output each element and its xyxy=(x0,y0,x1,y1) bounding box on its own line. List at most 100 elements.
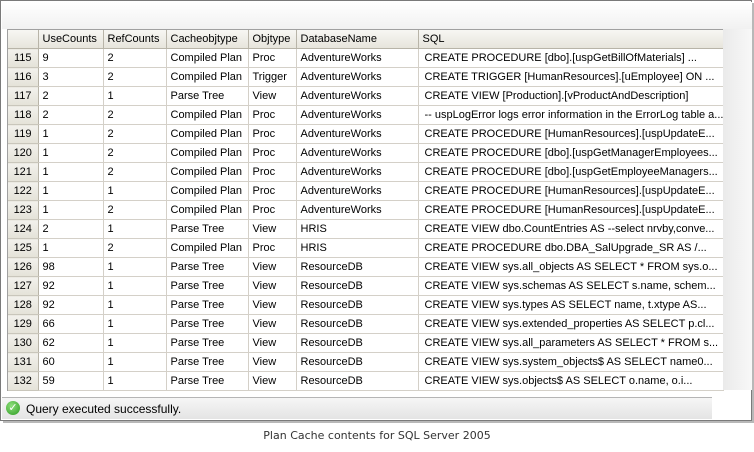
header-refcounts[interactable]: RefCounts xyxy=(103,30,167,49)
cell-cacheobjtype: Compiled Plan xyxy=(166,48,249,68)
cell-usecounts: 3 xyxy=(38,67,104,87)
cell-refcounts: 2 xyxy=(103,238,167,258)
table-row[interactable]: 126 98 1 Parse Tree View ResourceDB CREATE VIE… xyxy=(8,257,724,277)
table-row[interactable]: 123 1 2 Compiled Plan Proc AdventureWorks CREA… xyxy=(8,200,724,220)
row-number[interactable]: 126 xyxy=(8,257,39,277)
cell-databasename: HRIS xyxy=(296,219,419,239)
row-number[interactable]: 119 xyxy=(8,124,39,144)
results-grid[interactable]: UseCounts RefCounts Cacheobjtype Objtype… xyxy=(7,29,724,391)
cell-databasename: AdventureWorks xyxy=(296,143,419,163)
header-corner[interactable] xyxy=(8,30,39,49)
row-number[interactable]: 120 xyxy=(8,143,39,163)
table-row[interactable]: 124 2 1 Parse Tree View HRIS CREATE VIEW dbo.C… xyxy=(8,219,724,239)
cell-databasename: ResourceDB xyxy=(296,333,419,353)
table-row[interactable]: 116 3 2 Compiled Plan Trigger AdventureWorks C… xyxy=(8,67,724,87)
cell-databasename: AdventureWorks xyxy=(296,86,419,106)
cell-refcounts: 1 xyxy=(103,86,167,106)
cell-usecounts: 62 xyxy=(38,333,104,353)
cell-sql: CREATE VIEW sys.all_objects AS SELECT * … xyxy=(418,257,724,277)
table-row[interactable]: 129 66 1 Parse Tree View ResourceDB CREATE VIE… xyxy=(8,314,724,334)
row-number[interactable]: 116 xyxy=(8,67,39,87)
cell-usecounts: 1 xyxy=(38,124,104,144)
row-number[interactable]: 117 xyxy=(8,86,39,106)
cell-usecounts: 1 xyxy=(38,181,104,201)
cell-usecounts: 1 xyxy=(38,162,104,182)
cell-sql: CREATE VIEW sys.all_parameters AS SELECT… xyxy=(418,333,724,353)
cell-refcounts: 2 xyxy=(103,200,167,220)
cell-databasename: AdventureWorks xyxy=(296,124,419,144)
cell-cacheobjtype: Compiled Plan xyxy=(166,162,249,182)
cell-usecounts: 59 xyxy=(38,371,104,391)
row-number[interactable]: 124 xyxy=(8,219,39,239)
cell-sql: CREATE PROCEDURE [dbo].[uspGetBillOfMate… xyxy=(418,48,724,68)
cell-objtype: Proc xyxy=(248,200,297,220)
cell-objtype: View xyxy=(248,314,297,334)
cell-refcounts: 2 xyxy=(103,124,167,144)
row-number[interactable]: 129 xyxy=(8,314,39,334)
cell-databasename: AdventureWorks xyxy=(296,181,419,201)
table-row[interactable]: 117 2 1 Parse Tree View AdventureWorks CREATE … xyxy=(8,86,724,106)
header-objtype[interactable]: Objtype xyxy=(248,30,297,49)
table-row[interactable]: 115 9 2 Compiled Plan Proc AdventureWorks CREA… xyxy=(8,48,724,68)
cell-sql: CREATE VIEW sys.schemas AS SELECT s.name… xyxy=(418,276,724,296)
header-databasename[interactable]: DatabaseName xyxy=(296,30,419,49)
row-number[interactable]: 118 xyxy=(8,105,39,125)
row-number[interactable]: 130 xyxy=(8,333,39,353)
cell-objtype: View xyxy=(248,276,297,296)
cell-sql: CREATE PROCEDURE [dbo].[uspGetEmployeeMa… xyxy=(418,162,724,182)
row-number[interactable]: 128 xyxy=(8,295,39,315)
cell-objtype: Proc xyxy=(248,105,297,125)
cell-databasename: AdventureWorks xyxy=(296,162,419,182)
row-number[interactable]: 115 xyxy=(8,48,39,68)
table-row[interactable]: 130 62 1 Parse Tree View ResourceDB CREATE VIE… xyxy=(8,333,724,353)
cell-cacheobjtype: Compiled Plan xyxy=(166,105,249,125)
cell-objtype: Trigger xyxy=(248,67,297,87)
table-row[interactable]: 120 1 2 Compiled Plan Proc AdventureWorks CREA… xyxy=(8,143,724,163)
cell-databasename: AdventureWorks xyxy=(296,105,419,125)
cell-cacheobjtype: Parse Tree xyxy=(166,86,249,106)
cell-databasename: ResourceDB xyxy=(296,257,419,277)
cell-objtype: View xyxy=(248,295,297,315)
cell-cacheobjtype: Compiled Plan xyxy=(166,200,249,220)
cell-sql: CREATE PROCEDURE [HumanResources].[uspUp… xyxy=(418,200,724,220)
row-number[interactable]: 127 xyxy=(8,276,39,296)
header-usecounts[interactable]: UseCounts xyxy=(38,30,104,49)
cell-usecounts: 2 xyxy=(38,86,104,106)
header-sql[interactable]: SQL xyxy=(418,30,724,49)
results-window: UseCounts RefCounts Cacheobjtype Objtype… xyxy=(0,0,752,421)
table-row[interactable]: 121 1 2 Compiled Plan Proc AdventureWorks CREA… xyxy=(8,162,724,182)
row-number[interactable]: 125 xyxy=(8,238,39,258)
cell-objtype: View xyxy=(248,219,297,239)
table-row[interactable]: 122 1 1 Compiled Plan Proc AdventureWorks CREA… xyxy=(8,181,724,201)
cell-usecounts: 1 xyxy=(38,200,104,220)
header-cacheobjtype[interactable]: Cacheobjtype xyxy=(166,30,249,49)
cell-cacheobjtype: Compiled Plan xyxy=(166,67,249,87)
table-row[interactable]: 128 92 1 Parse Tree View ResourceDB CREATE VIE… xyxy=(8,295,724,315)
cell-cacheobjtype: Parse Tree xyxy=(166,314,249,334)
cell-usecounts: 92 xyxy=(38,295,104,315)
table-row[interactable]: 119 1 2 Compiled Plan Proc AdventureWorks CREA… xyxy=(8,124,724,144)
table-row[interactable]: 125 1 2 Compiled Plan Proc HRIS CREATE PROCEDU… xyxy=(8,238,724,258)
cell-objtype: View xyxy=(248,257,297,277)
cell-refcounts: 1 xyxy=(103,181,167,201)
table-row[interactable]: 127 92 1 Parse Tree View ResourceDB CREATE VIE… xyxy=(8,276,724,296)
cell-sql: CREATE VIEW sys.extended_properties AS S… xyxy=(418,314,724,334)
table-row[interactable]: 132 59 1 Parse Tree View ResourceDB CREATE VIE… xyxy=(8,371,724,391)
cell-objtype: Proc xyxy=(248,181,297,201)
success-check-icon: ✓ xyxy=(6,401,20,415)
cell-objtype: View xyxy=(248,371,297,391)
row-number[interactable]: 132 xyxy=(8,371,39,391)
row-number[interactable]: 131 xyxy=(8,352,39,372)
cell-objtype: View xyxy=(248,86,297,106)
table-row[interactable]: 131 60 1 Parse Tree View ResourceDB CREATE VIE… xyxy=(8,352,724,372)
cell-usecounts: 2 xyxy=(38,219,104,239)
row-number[interactable]: 122 xyxy=(8,181,39,201)
cell-databasename: ResourceDB xyxy=(296,276,419,296)
row-number[interactable]: 123 xyxy=(8,200,39,220)
cell-refcounts: 2 xyxy=(103,48,167,68)
results-empty-area xyxy=(723,29,752,390)
table-row[interactable]: 118 2 2 Compiled Plan Proc AdventureWorks -- u… xyxy=(8,105,724,125)
cell-usecounts: 66 xyxy=(38,314,104,334)
row-number[interactable]: 121 xyxy=(8,162,39,182)
cell-usecounts: 1 xyxy=(38,143,104,163)
